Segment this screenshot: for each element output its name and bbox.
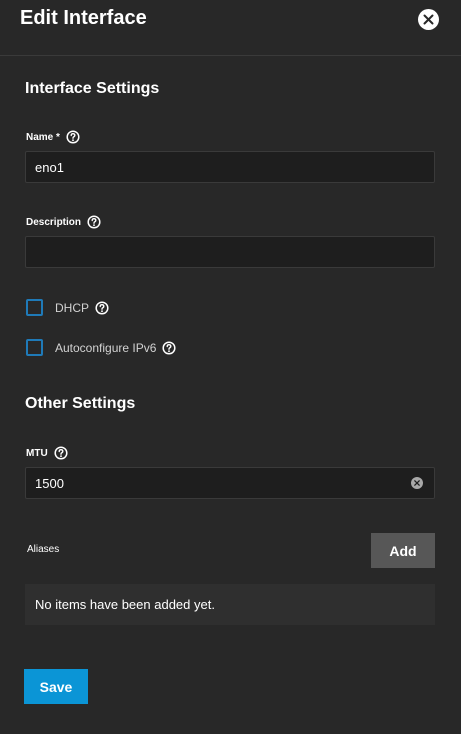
- section-title-interface-settings: Interface Settings: [25, 80, 160, 97]
- mtu-label-text: MTU: [26, 447, 48, 459]
- mtu-input[interactable]: 1500: [25, 467, 435, 499]
- help-icon[interactable]: [162, 340, 176, 355]
- dhcp-checkbox[interactable]: [26, 299, 43, 316]
- close-button[interactable]: [418, 9, 439, 30]
- help-icon[interactable]: [54, 446, 68, 460]
- autoconfigure-ipv6-label: Autoconfigure IPv6: [55, 340, 157, 355]
- mtu-value: 1500: [35, 475, 64, 491]
- autoconfigure-ipv6-checkbox-row[interactable]: Autoconfigure IPv6: [26, 339, 176, 356]
- description-field-label: Description: [26, 215, 101, 229]
- save-button[interactable]: Save: [24, 669, 88, 704]
- empty-state-text: No items have been added yet.: [35, 597, 215, 612]
- section-title-other-settings: Other Settings: [25, 395, 136, 412]
- help-icon[interactable]: [95, 300, 109, 315]
- name-input[interactable]: eno1: [25, 151, 435, 183]
- help-icon[interactable]: [87, 215, 101, 229]
- mtu-field-label: MTU: [26, 446, 68, 460]
- aliases-empty-state: No items have been added yet.: [25, 584, 435, 625]
- description-label-text: Description: [26, 216, 82, 228]
- description-input[interactable]: [25, 236, 435, 268]
- dhcp-label: DHCP: [55, 300, 90, 315]
- dialog-title: Edit Interface: [20, 7, 147, 29]
- autoconfigure-ipv6-checkbox[interactable]: [26, 339, 43, 356]
- add-alias-button[interactable]: Add: [371, 533, 435, 568]
- dialog-header: Edit Interface: [0, 0, 461, 56]
- clear-icon[interactable]: [411, 477, 423, 489]
- dhcp-checkbox-row[interactable]: DHCP: [26, 299, 109, 316]
- name-label-text: Name *: [26, 131, 60, 143]
- aliases-label: Aliases: [27, 544, 60, 555]
- close-icon: [423, 14, 434, 25]
- name-field-label: Name *: [26, 130, 80, 144]
- help-icon[interactable]: [66, 130, 80, 144]
